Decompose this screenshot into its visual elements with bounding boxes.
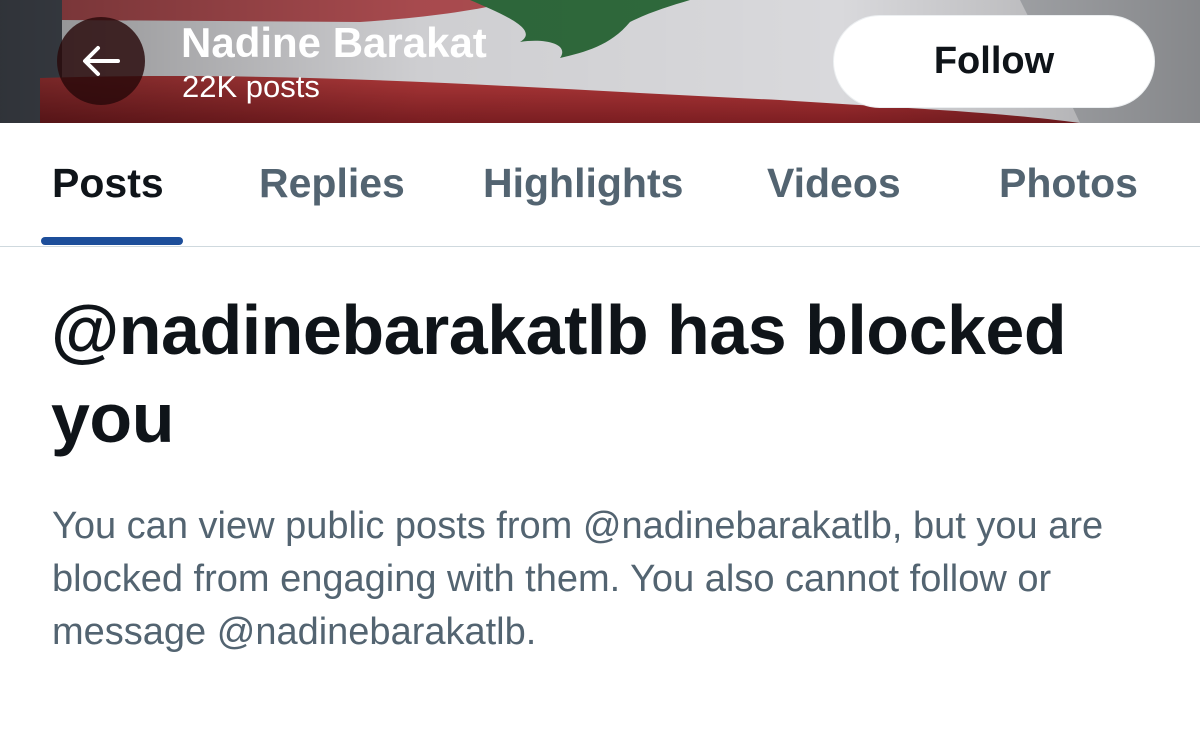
blocked-notice-title: @nadinebarakatlb has blocked you [51, 291, 1067, 457]
blocked-notice-body: You can view public posts from @nadineba… [52, 505, 1104, 653]
profile-header: Nadine Barakat 22K posts Follow [0, 0, 1200, 123]
profile-name: Nadine Barakat [181, 19, 487, 66]
tab-videos[interactable]: Videos [767, 163, 901, 204]
back-button[interactable] [57, 17, 145, 105]
arrow-left-icon [80, 40, 122, 82]
tab-replies[interactable]: Replies [259, 163, 405, 204]
tab-highlights[interactable]: Highlights [483, 163, 683, 204]
tab-photos[interactable]: Photos [999, 163, 1138, 204]
tab-posts[interactable]: Posts [52, 163, 164, 204]
active-tab-indicator [41, 237, 183, 245]
follow-button[interactable]: Follow [833, 15, 1155, 108]
profile-screen: Nadine Barakat 22K posts Follow Posts Re… [0, 0, 1200, 751]
post-count: 22K posts [182, 69, 320, 104]
profile-tabs: Posts Replies Highlights Videos Photos [0, 123, 1200, 247]
